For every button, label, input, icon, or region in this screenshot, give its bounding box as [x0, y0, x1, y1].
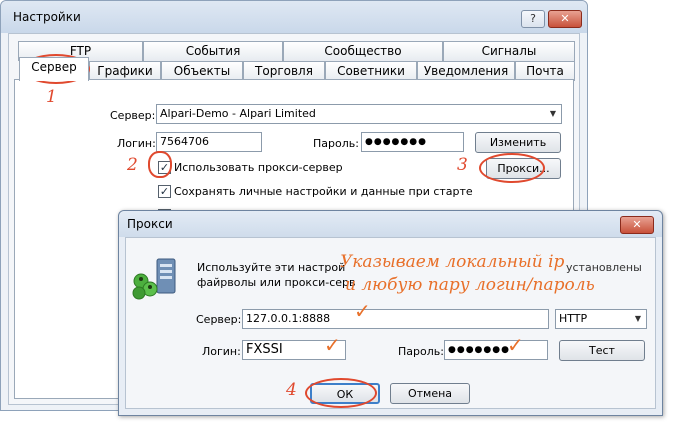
tab-community[interactable]: Сообщество	[283, 41, 443, 61]
tab-events[interactable]: События	[143, 41, 283, 61]
proxy-title: Прокси	[127, 217, 173, 231]
help-button[interactable]: ?	[521, 10, 545, 28]
proxy-login-label: Логин:	[202, 345, 241, 358]
use-proxy-label: Использовать прокси-сервер	[174, 161, 343, 174]
note-line-2: и любую пару логин/пароль	[345, 275, 595, 295]
proxy-close-button[interactable]: ✕	[620, 216, 654, 234]
settings-title: Настройки	[13, 10, 81, 24]
save-settings-checkbox[interactable]: ✓	[158, 185, 171, 198]
server-label: Сервер:	[110, 109, 156, 122]
highlight-ok-button	[305, 378, 377, 408]
description-line-1: Используйте эти настрой	[197, 261, 346, 274]
tab-server[interactable]: Сервер	[19, 57, 89, 81]
chevron-down-icon: ▼	[634, 314, 641, 323]
cancel-button[interactable]: Отмена	[390, 383, 470, 404]
checkmark-icon: ✓	[354, 299, 371, 323]
login-input[interactable]: 7564706	[156, 132, 262, 152]
save-settings-label: Сохранять личные настройки и данные при …	[174, 185, 473, 198]
login-label: Логин:	[117, 137, 156, 150]
step-3-marker: 3	[457, 155, 468, 175]
change-button[interactable]: Изменить	[475, 132, 561, 153]
step-4-marker: 4	[286, 380, 297, 400]
proxy-password-input[interactable]: ●●●●●●●	[444, 340, 548, 360]
proxy-titlebar: Прокси ✕	[119, 211, 662, 237]
server-select[interactable]: Alpari-Demo - Alpari Limited ▼	[156, 104, 562, 124]
settings-titlebar: Настройки ? ✕	[1, 1, 587, 33]
tab-notifications[interactable]: Уведомления	[417, 61, 515, 81]
note-line-1: Указываем локальный ip	[340, 252, 565, 272]
proxy-type-select[interactable]: HTTP ▼	[555, 309, 647, 329]
network-servers-icon	[131, 255, 181, 301]
proxy-type-value: HTTP	[559, 312, 588, 325]
step-1-marker: 1	[46, 87, 57, 107]
close-button[interactable]: ✕	[548, 10, 582, 28]
password-label: Пароль:	[313, 137, 359, 150]
description-line-2: файрволы или прокси-серв	[197, 276, 356, 289]
proxy-server-label: Сервер:	[196, 313, 242, 326]
checkmark-icon: ✓	[324, 333, 341, 357]
tab-objects[interactable]: Объекты	[161, 61, 243, 81]
tab-trade[interactable]: Торговля	[243, 61, 325, 81]
server-value: Alpari-Demo - Alpari Limited	[160, 107, 316, 120]
tab-experts[interactable]: Советники	[325, 61, 417, 81]
checkmark-icon: ✓	[507, 333, 524, 357]
tab-mail[interactable]: Почта	[515, 61, 575, 81]
password-input[interactable]: ●●●●●●●	[361, 132, 464, 152]
description-tail: установлены	[566, 261, 642, 274]
chevron-down-icon: ▼	[549, 109, 556, 118]
test-button[interactable]: Тест	[559, 340, 645, 361]
tab-charts[interactable]: Графики	[89, 61, 161, 81]
step-2-marker: 2	[127, 155, 138, 175]
proxy-password-label: Пароль:	[398, 345, 444, 358]
highlight-proxy-checkbox	[148, 151, 172, 178]
highlight-proxy-button	[479, 153, 545, 183]
proxy-dialog: Прокси ✕ Используйте эти настрой файрвол…	[118, 210, 663, 416]
tab-signals[interactable]: Сигналы	[443, 41, 575, 61]
proxy-server-input[interactable]: 127.0.0.1:8888	[242, 309, 549, 329]
